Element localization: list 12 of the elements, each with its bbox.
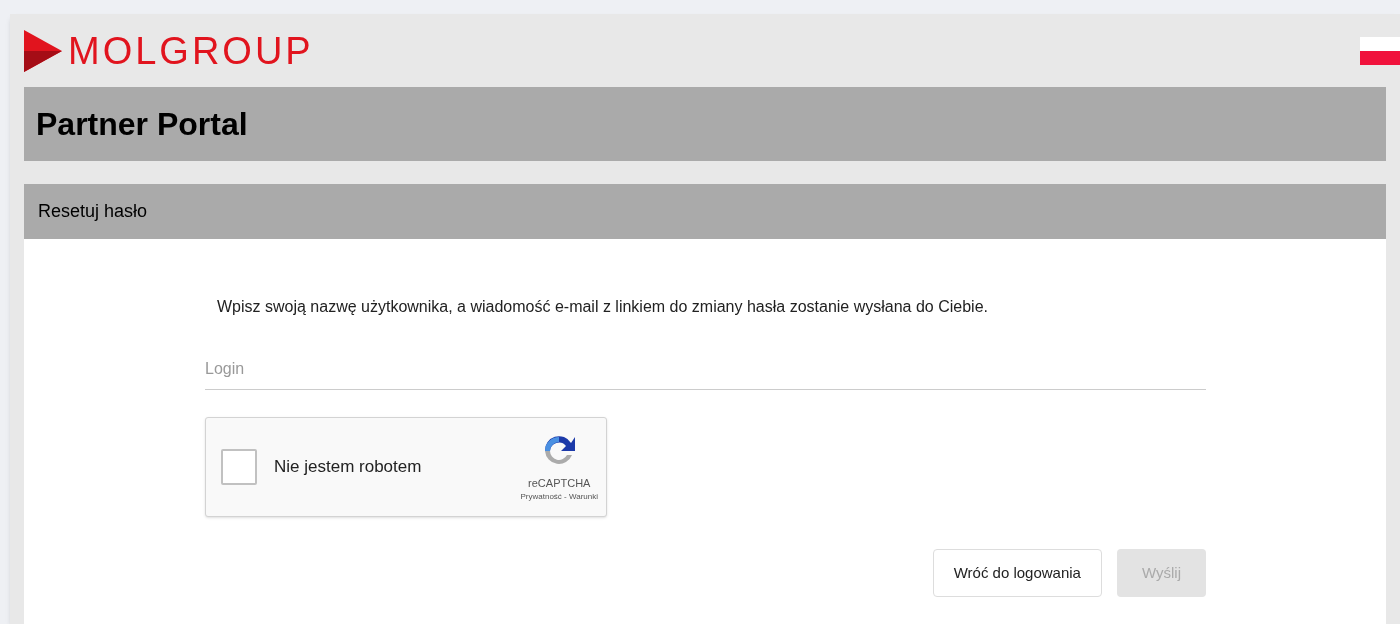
captcha-checkbox[interactable] bbox=[221, 449, 257, 485]
captcha-label: Nie jestem robotem bbox=[274, 456, 423, 479]
back-button[interactable]: Wróć do logowania bbox=[932, 549, 1102, 597]
logo-triangle-icon bbox=[24, 29, 62, 72]
portal-title: Partner Portal bbox=[36, 105, 248, 144]
recaptcha-brand: reCAPTCHA bbox=[528, 475, 591, 491]
section-title: Resetuj hasło bbox=[38, 200, 148, 223]
flag-icon[interactable] bbox=[1360, 36, 1400, 65]
instructions-text: Wpisz swoją nazwę użytkownika, a wiadomość e-mail z linkiem do zmiany hasła zostanie wysłana do Ciebie. bbox=[216, 297, 989, 317]
login-field[interactable]: Login bbox=[205, 357, 1206, 390]
logo-text: MOLGROUP bbox=[68, 31, 314, 70]
recaptcha-links[interactable]: Prywatność - Warunki bbox=[520, 491, 598, 504]
